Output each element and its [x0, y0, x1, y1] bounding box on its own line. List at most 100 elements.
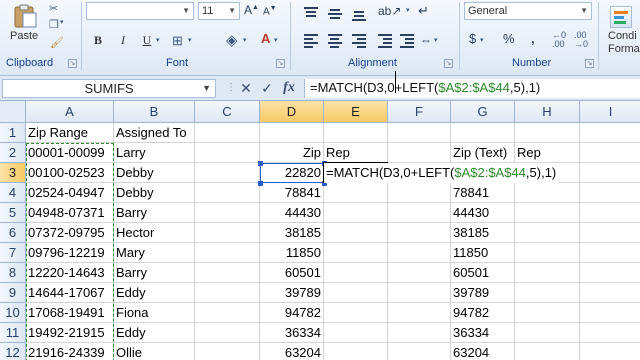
currency-button[interactable]: $: [469, 31, 476, 46]
align-top-icon[interactable]: [302, 4, 320, 22]
cell-i9[interactable]: [580, 283, 640, 303]
cell-e6[interactable]: [324, 223, 388, 243]
cell-i10[interactable]: [580, 303, 640, 323]
cell-c5[interactable]: [195, 203, 260, 223]
decrease-decimal-icon[interactable]: .00 →0: [574, 31, 588, 49]
cell-c7[interactable]: [195, 243, 260, 263]
font-color-icon[interactable]: A: [261, 31, 270, 46]
cell-a3[interactable]: 00100-02523: [26, 163, 114, 183]
cell-a6[interactable]: 07372-09795: [26, 223, 114, 243]
cell-f5[interactable]: [388, 203, 451, 223]
cell-h1[interactable]: [515, 123, 580, 143]
align-bottom-icon[interactable]: [350, 4, 368, 22]
row-header[interactable]: 4: [0, 183, 26, 203]
name-box[interactable]: SUMIFS ▼: [2, 79, 216, 98]
clipboard-launcher-icon[interactable]: ↘: [68, 59, 77, 68]
cell-h8[interactable]: [515, 263, 580, 283]
orientation-icon[interactable]: ab↗: [378, 4, 401, 18]
conditional-formatting-label[interactable]: Condi: [608, 30, 637, 42]
paste-button[interactable]: Paste: [10, 30, 38, 42]
align-center-icon[interactable]: [326, 32, 344, 50]
cell-a4[interactable]: 02524-04947: [26, 183, 114, 203]
cancel-button[interactable]: ✕: [237, 79, 255, 97]
cell-f1[interactable]: [388, 123, 451, 143]
cell-f9[interactable]: [388, 283, 451, 303]
merge-center-icon[interactable]: ⇔: [420, 33, 432, 47]
cell-e7[interactable]: [324, 243, 388, 263]
row-header[interactable]: 2: [0, 143, 26, 163]
cell-g1[interactable]: [451, 123, 515, 143]
cell-h12[interactable]: [515, 343, 580, 360]
cell-e4[interactable]: [324, 183, 388, 203]
cell-g8[interactable]: 60501: [451, 263, 515, 283]
row-header[interactable]: 9: [0, 283, 26, 303]
bold-button[interactable]: B: [89, 31, 107, 49]
cell-g12[interactable]: 63204: [451, 343, 515, 360]
row-header[interactable]: 10: [0, 303, 26, 323]
cell-g5[interactable]: 44430: [451, 203, 515, 223]
font-color-dropdown-icon[interactable]: ▾: [274, 36, 278, 44]
cell-b5[interactable]: Barry: [114, 203, 195, 223]
shrink-font-icon[interactable]: A▼: [263, 5, 277, 17]
increase-indent-icon[interactable]: [398, 32, 416, 50]
cell-f8[interactable]: [388, 263, 451, 283]
cell-a10[interactable]: 17068-19491: [26, 303, 114, 323]
copy-dropdown-icon[interactable]: ▾: [60, 18, 64, 26]
fill-color-dropdown-icon[interactable]: ▾: [243, 36, 247, 44]
row-header[interactable]: 7: [0, 243, 26, 263]
column-header-b[interactable]: B: [114, 101, 195, 123]
cell-g10[interactable]: 94782: [451, 303, 515, 323]
cell-b10[interactable]: Fiona: [114, 303, 195, 323]
font-size-combo[interactable]: 11 ▼: [198, 2, 240, 20]
reference-resize-handle[interactable]: [258, 161, 263, 166]
number-launcher-icon[interactable]: ↘: [585, 59, 594, 68]
cell-a9[interactable]: 14644-17067: [26, 283, 114, 303]
insert-function-button[interactable]: fx: [280, 79, 298, 97]
cell-h11[interactable]: [515, 323, 580, 343]
percent-button[interactable]: %: [503, 31, 515, 46]
cell-d7[interactable]: 11850: [260, 243, 324, 263]
column-header-i[interactable]: I: [580, 101, 640, 123]
row-header[interactable]: 12: [0, 343, 26, 360]
cell-a1[interactable]: Zip Range: [26, 123, 114, 143]
cell-h10[interactable]: [515, 303, 580, 323]
alignment-launcher-icon[interactable]: ↘: [444, 59, 453, 68]
grow-font-icon[interactable]: A▲: [244, 3, 259, 17]
cell-g11[interactable]: 36334: [451, 323, 515, 343]
cell-a12[interactable]: 21916-24339: [26, 343, 114, 360]
select-all-corner[interactable]: [0, 101, 26, 123]
cell-b3[interactable]: Debby: [114, 163, 195, 183]
align-middle-icon[interactable]: [326, 4, 344, 22]
row-header[interactable]: 5: [0, 203, 26, 223]
cell-b7[interactable]: Mary: [114, 243, 195, 263]
cell-d11[interactable]: 36334: [260, 323, 324, 343]
cell-d12[interactable]: 63204: [260, 343, 324, 360]
cell-d2[interactable]: Zip: [260, 143, 324, 163]
italic-button[interactable]: I: [114, 31, 132, 49]
conditional-formatting-icon[interactable]: [610, 6, 632, 28]
cell-g4[interactable]: 78841: [451, 183, 515, 203]
cell-b11[interactable]: Eddy: [114, 323, 195, 343]
in-cell-formula-editor[interactable]: =MATCH(D3,0+LEFT($A$2:$A$44,5),1): [324, 163, 559, 183]
cell-c8[interactable]: [195, 263, 260, 283]
cell-d6[interactable]: 38185: [260, 223, 324, 243]
cell-i4[interactable]: [580, 183, 640, 203]
cell-g7[interactable]: 11850: [451, 243, 515, 263]
cell-b8[interactable]: Barry: [114, 263, 195, 283]
comma-button[interactable]: ,: [531, 31, 535, 46]
cell-b2[interactable]: Larry: [114, 143, 195, 163]
cell-d10[interactable]: 94782: [260, 303, 324, 323]
font-launcher-icon[interactable]: ↘: [276, 59, 285, 68]
cell-a5[interactable]: 04948-07371: [26, 203, 114, 223]
cell-f2[interactable]: [388, 143, 451, 163]
cell-i11[interactable]: [580, 323, 640, 343]
column-header-d[interactable]: D: [260, 101, 324, 123]
cell-a8[interactable]: 12220-14643: [26, 263, 114, 283]
cell-h2[interactable]: Rep: [515, 143, 580, 163]
cell-b9[interactable]: Eddy: [114, 283, 195, 303]
number-format-combo[interactable]: General ▼: [464, 2, 592, 20]
cell-i12[interactable]: [580, 343, 640, 360]
cell-c3[interactable]: [195, 163, 260, 183]
cell-a2[interactable]: 00001-00099: [26, 143, 114, 163]
column-header-h[interactable]: H: [515, 101, 580, 123]
